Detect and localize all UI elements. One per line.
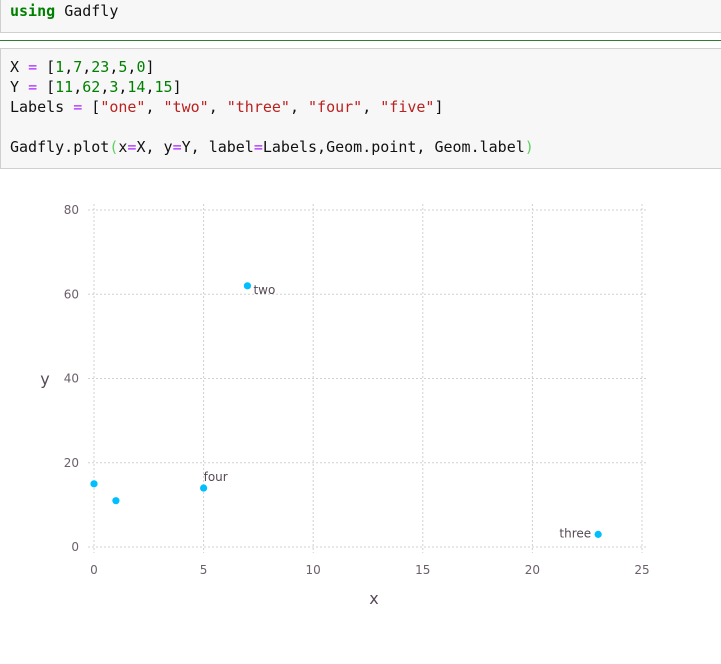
code-cell-2[interactable]: X = [1,7,23,5,0] Y = [11,62,3,14,15] Lab… <box>0 48 721 169</box>
op-eq: = <box>28 58 38 76</box>
bracket-open: [ <box>46 58 56 76</box>
num: 14 <box>127 78 146 96</box>
data-point <box>112 497 120 505</box>
code-line-labels: Labels = ["one", "two", "three", "four",… <box>10 98 444 116</box>
x-tick-label: 20 <box>525 563 540 577</box>
y-tick-label: 80 <box>64 203 79 217</box>
x-tick-label: 5 <box>200 563 208 577</box>
var-y: Y <box>10 78 20 96</box>
data-point <box>594 530 602 538</box>
string: "three" <box>226 98 290 116</box>
code-line-x: X = [1,7,23,5,0] <box>10 58 155 76</box>
point-label: three <box>559 526 591 540</box>
x-tick-label: 15 <box>415 563 430 577</box>
y-tick-label: 60 <box>64 287 79 301</box>
arg: y <box>163 138 173 156</box>
cell-separator <box>0 40 721 41</box>
string: "one" <box>100 98 146 116</box>
point-label: two <box>253 283 275 297</box>
string: "two" <box>163 98 209 116</box>
data-point <box>90 480 98 488</box>
paren-close: ) <box>524 138 534 156</box>
string: "four" <box>308 98 363 116</box>
var-x: X <box>10 58 20 76</box>
x-axis-label: x <box>369 589 378 608</box>
arg-value: Labels,Geom.point, Geom.label <box>262 138 525 156</box>
bracket-open: [ <box>91 98 101 116</box>
arg-value: X, <box>136 138 164 156</box>
fn-call: Gadfly.plot <box>10 138 110 156</box>
x-tick-label: 0 <box>90 563 98 577</box>
code-cell-1[interactable]: using Gadfly <box>0 0 721 33</box>
bracket-close: ] <box>434 98 444 116</box>
code-line-using: using Gadfly <box>10 1 118 21</box>
string: "five" <box>380 98 435 116</box>
data-point <box>200 484 208 492</box>
scatter-plot: 0 5 10 15 20 25 0 20 40 60 80 x y two three four <box>40 203 649 608</box>
x-tick-label: 10 <box>306 563 321 577</box>
arg: label <box>208 138 254 156</box>
y-tick-label: 20 <box>64 456 79 470</box>
num: 11 <box>55 78 74 96</box>
y-tick-label: 0 <box>71 540 79 554</box>
op-eq: = <box>172 138 182 156</box>
code-block: X = [1,7,23,5,0] Y = [11,62,3,14,15] Lab… <box>10 57 534 157</box>
num: 62 <box>82 78 101 96</box>
op-eq: = <box>73 98 83 116</box>
point-label: four <box>204 470 228 484</box>
num: 5 <box>118 58 128 76</box>
y-axis-label: y <box>40 370 49 389</box>
op-eq: = <box>253 138 263 156</box>
var-labels: Labels <box>10 98 65 116</box>
keyword-using: using <box>10 2 56 20</box>
num: 23 <box>91 58 110 76</box>
num: 3 <box>109 78 119 96</box>
num: 1 <box>55 58 65 76</box>
bracket-open: [ <box>46 78 56 96</box>
code-line-y: Y = [11,62,3,14,15] <box>10 78 182 96</box>
arg-value: Y, <box>181 138 209 156</box>
code-line-plot: Gadfly.plot(x=X, y=Y, label=Labels,Geom.… <box>10 138 534 156</box>
op-eq: = <box>28 78 38 96</box>
num: 7 <box>73 58 83 76</box>
y-tick-label: 40 <box>64 372 79 386</box>
num: 15 <box>154 78 173 96</box>
data-point <box>243 282 252 290</box>
module-name: Gadfly <box>64 2 119 20</box>
bracket-close: ] <box>145 58 155 76</box>
x-tick-label: 25 <box>634 563 649 577</box>
bracket-close: ] <box>172 78 182 96</box>
